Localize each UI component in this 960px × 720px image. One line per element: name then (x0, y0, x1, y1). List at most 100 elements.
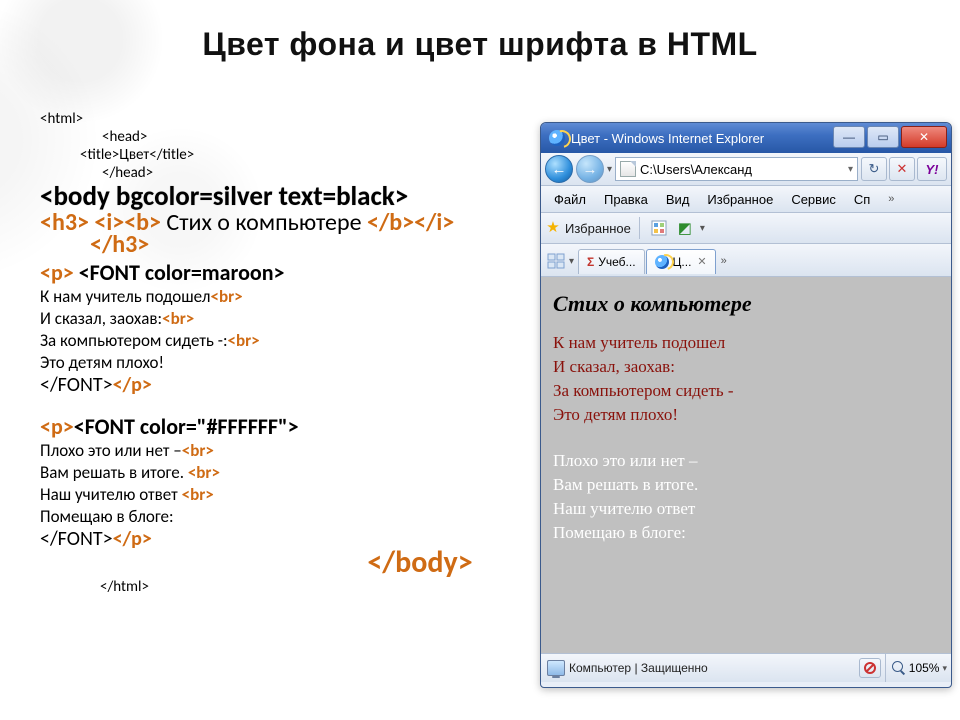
tabbar-overflow-icon[interactable]: » (717, 255, 731, 267)
suggested-sites-icon[interactable] (648, 217, 670, 239)
rendered-page: Стих о компьютере К нам учитель подошел … (541, 277, 951, 653)
separator (639, 217, 640, 239)
zoom-dropdown-icon[interactable]: ▾ (942, 663, 947, 674)
menu-file[interactable]: Файл (545, 189, 595, 210)
tag-font-maroon: <FONT color=maroon> (79, 259, 285, 286)
tab-1[interactable]: Σ Учеб... (578, 249, 645, 274)
protected-mode-icon[interactable] (859, 658, 881, 678)
p2-l3: Наш учителю ответ (553, 499, 695, 518)
rendered-stanza-1: К нам учитель подошел И сказал, заохав: … (553, 331, 939, 427)
br-tag: <br> (182, 440, 214, 461)
stop-button[interactable]: ✕ (889, 157, 915, 181)
ie-app-icon (549, 130, 565, 146)
forward-button[interactable]: → (576, 155, 604, 183)
tablist-dropdown-icon[interactable]: ▾ (569, 256, 578, 267)
menu-bar: Файл Правка Вид Избранное Сервис Сп » (541, 186, 951, 213)
title-text: Цвет (119, 146, 149, 164)
tag-h3-close: </h3> (90, 234, 520, 256)
poem2-source: Плохо это или нет –<br> Вам решать в ито… (40, 440, 520, 528)
favorites-bar: ★ Избранное ◩ ▾ (541, 213, 951, 244)
slide-title: Цвет фона и цвет шрифта в HTML (0, 26, 960, 63)
br-tag: <br> (162, 308, 194, 329)
menu-service[interactable]: Сервис (782, 189, 845, 210)
tag-html-open: <html> (40, 110, 520, 128)
poem2-l2: Вам решать в итоге. (40, 462, 188, 483)
tag-title-open: <title> (80, 146, 119, 164)
tag-h3-open: <h3> (40, 208, 89, 237)
close-button[interactable]: ✕ (901, 126, 947, 148)
poem1-source: К нам учитель подошел<br> И сказал, заох… (40, 286, 520, 374)
window-title: Цвет - Windows Internet Explorer (571, 131, 764, 146)
poem2-l1: Плохо это или нет – (40, 440, 182, 461)
history-dropdown-icon[interactable]: ▾ (607, 164, 612, 175)
poem1-l2: И сказал, заохав: (40, 308, 162, 329)
html-source-listing: <html> <head> <title>Цвет</title> </head… (40, 110, 520, 690)
computer-zone-icon (547, 660, 565, 676)
p2-l2: Вам решать в итоге. (553, 475, 698, 494)
br-tag: <br> (228, 330, 260, 351)
p-font-white-line: <p><FONT color="#FFFFFF"> (40, 416, 520, 438)
tag-p-open-2: <p> (40, 413, 74, 440)
window-titlebar[interactable]: Цвет - Windows Internet Explorer ― ▭ ✕ (541, 123, 951, 153)
tag-head-open: <head> (102, 128, 520, 146)
back-button[interactable]: ← (545, 155, 573, 183)
tag-font-close-1: </FONT> (40, 373, 113, 397)
br-tag: <br> (210, 286, 242, 307)
tag-p-close-2: </p> (113, 527, 152, 551)
poem1-l4: Это детям плохо! (40, 352, 164, 373)
p2-l1: Плохо это или нет – (553, 451, 697, 470)
close-font-p-1: </FONT></p> (40, 374, 520, 396)
refresh-button[interactable]: ↻ (861, 157, 887, 181)
ie-page-icon (655, 255, 669, 269)
menu-help[interactable]: Сп (845, 189, 879, 210)
address-bar[interactable]: C:\Users\Александ ▾ (615, 157, 858, 181)
tab-bar: ▾ Σ Учеб... Ц... ✕ » (541, 244, 951, 277)
p1-l1: К нам учитель подошел (553, 333, 725, 352)
menu-overflow-icon[interactable]: » (879, 190, 903, 208)
poem2-l4: Помещаю в блоге: (40, 506, 174, 527)
favbar-dropdown-icon[interactable]: ▾ (700, 223, 705, 234)
rendered-stanza-2: Плохо это или нет – Вам решать в итоге. … (553, 449, 939, 545)
menu-view[interactable]: Вид (657, 189, 699, 210)
maximize-button[interactable]: ▭ (867, 126, 899, 148)
navigation-bar: ← → ▾ C:\Users\Александ ▾ ↻ ✕ Y! (541, 153, 951, 186)
p1-l2: И сказал, заохав: (553, 357, 675, 376)
web-slice-icon[interactable]: ◩ (674, 217, 696, 239)
favorites-label[interactable]: Избранное (565, 221, 631, 236)
address-dropdown-icon[interactable]: ▾ (848, 164, 853, 175)
page-icon (620, 161, 636, 177)
tag-title-close: </title> (149, 146, 194, 164)
menu-edit[interactable]: Правка (595, 189, 657, 210)
rendered-heading: Стих о компьютере (553, 291, 939, 317)
tab-1-label: Учеб... (598, 255, 635, 269)
favorites-star-icon[interactable]: ★ (545, 220, 561, 236)
poem1-l3: За компьютером сидеть -: (40, 330, 228, 351)
p1-l3: За компьютером сидеть - (553, 381, 734, 400)
quick-tabs-icon[interactable] (545, 250, 567, 272)
security-zone-text: Компьютер | Защищенно (569, 661, 708, 675)
search-provider-button[interactable]: Y! (917, 157, 947, 181)
tag-body-open: <body bgcolor=silver text=black> (40, 186, 520, 208)
br-tag: <br> (188, 462, 220, 483)
tag-font-white: <FONT color="#FFFFFF"> (74, 413, 299, 440)
tab-close-icon[interactable]: ✕ (697, 255, 706, 268)
p-font-maroon-line: <p> <FONT color=maroon> (40, 262, 520, 284)
menu-favorites[interactable]: Избранное (698, 189, 782, 210)
tab-2-label: Ц... (673, 255, 692, 269)
status-bar: Компьютер | Защищенно 105% ▾ (541, 653, 951, 682)
p1-l4: Это детям плохо! (553, 405, 678, 424)
poem1-l1: К нам учитель подошел (40, 286, 210, 307)
sigma-icon: Σ (587, 255, 594, 269)
poem2-l3: Наш учителю ответ (40, 484, 182, 505)
ie-window: Цвет - Windows Internet Explorer ― ▭ ✕ ←… (540, 122, 952, 688)
zoom-control[interactable]: 105% ▾ (885, 654, 947, 682)
p2-l4: Помещаю в блоге: (553, 523, 686, 542)
tag-p-close-1: </p> (113, 373, 152, 397)
tag-title-line: <title>Цвет</title> (80, 146, 520, 164)
br-tag: <br> (182, 484, 214, 505)
tag-font-close-2: </FONT> (40, 527, 113, 551)
minimize-button[interactable]: ― (833, 126, 865, 148)
tag-ib-close: </b></i> (367, 208, 454, 237)
tab-2-active[interactable]: Ц... ✕ (646, 249, 716, 274)
tag-p-open-1: <p> (40, 259, 74, 286)
